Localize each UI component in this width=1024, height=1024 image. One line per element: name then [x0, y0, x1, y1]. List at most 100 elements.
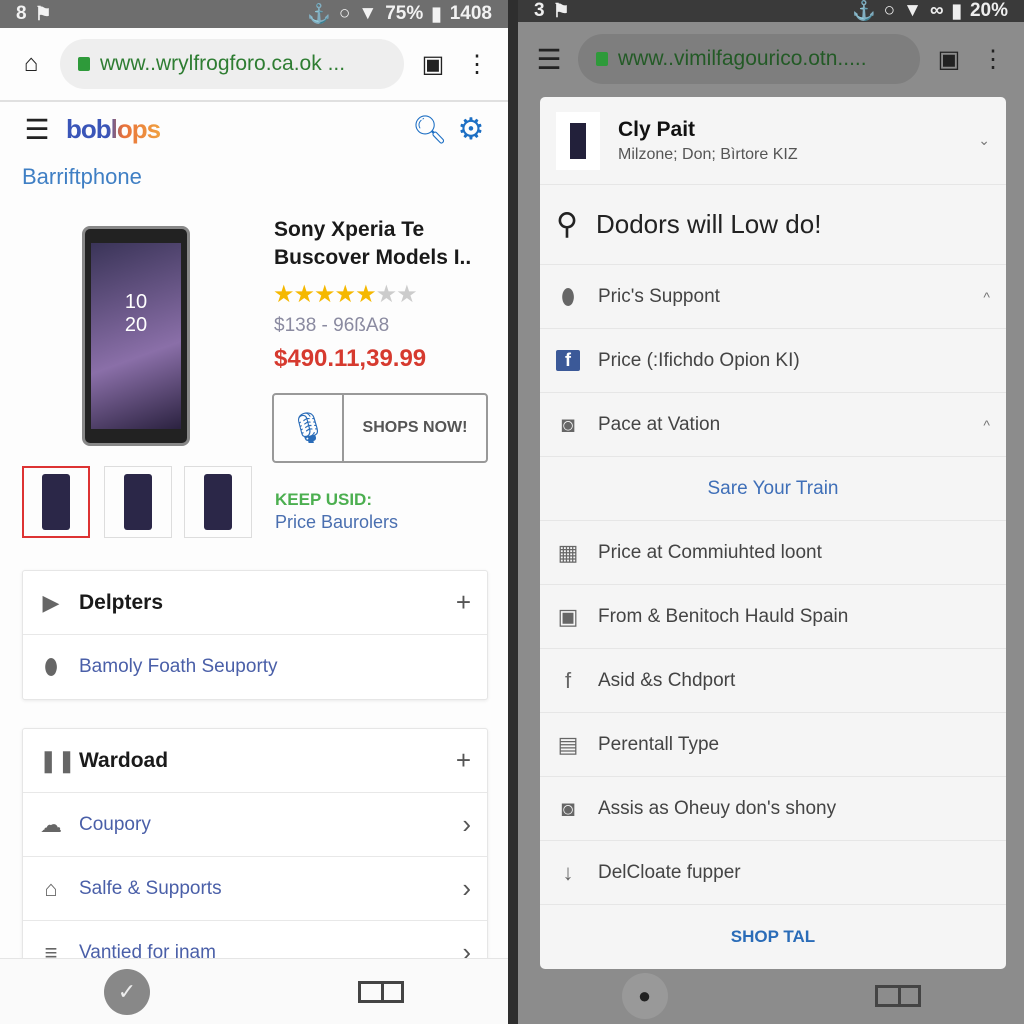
sale-price: $490.11,39.99: [274, 345, 427, 372]
url-bar[interactable]: www..wrylfrogforo.ca.ok ...: [60, 39, 404, 89]
instagram-icon: ◙: [561, 795, 575, 821]
home-icon: ⌂: [44, 875, 58, 901]
pin-icon: ⬮: [561, 283, 575, 309]
search-icon[interactable]: 🔍︎: [412, 113, 448, 146]
chevron-right-icon: ›: [462, 809, 471, 839]
browser-toolbar: ☰ www..vimilfagourico.otn..... ▣ ⋮: [518, 22, 1024, 96]
settings-gear-icon[interactable]: ⚙: [456, 112, 486, 147]
phone-screen: 10 20: [91, 243, 181, 429]
keep-label: KEEP USID:: [275, 490, 372, 509]
category-link[interactable]: Barriftphone: [22, 164, 142, 190]
bottom-nav: ✓: [0, 958, 508, 1024]
arrow-down-icon: ↓: [562, 859, 574, 885]
status-bar: 3 ⚑ ⚓ ○ ▼ ∞ ▮ 20%: [518, 0, 1024, 22]
circle-icon: ○: [883, 0, 896, 21]
status-bar: 8 ⚑ ⚓ ○ ▼ 75% ▮ 1408: [0, 0, 508, 28]
app-icon[interactable]: ●: [621, 973, 668, 1019]
star-rating: ★★★★★★★: [273, 281, 418, 308]
product-header[interactable]: Cly Pait Milzone; Don; Bìrtore KIZ ⌄: [540, 97, 1006, 185]
menu-item[interactable]: ▤ Perentall Type: [540, 713, 1006, 777]
shield-icon[interactable]: ✓: [104, 968, 150, 1015]
square-icon: ▣: [557, 603, 579, 629]
play-icon: ▶: [42, 589, 60, 615]
left-screen: 8 ⚑ ⚓ ○ ▼ 75% ▮ 1408 ⌂ www..wrylfrogforo.ca.ok…: [0, 0, 508, 1024]
greeting-row: ⚲ Dodors will Low do!: [540, 185, 1006, 265]
shop-all-button[interactable]: SHOP TAL: [540, 905, 1006, 969]
lock-icon: [78, 57, 90, 71]
url-bar[interactable]: www..vimilfagourico.otn.....: [578, 34, 920, 84]
menu-item[interactable]: ▣ From & Benitoch Hauld Spain: [540, 585, 1006, 649]
save-your-train-link[interactable]: Sare Your Train: [540, 457, 1006, 521]
list-item[interactable]: ☁ Coupory ›: [23, 793, 487, 857]
pin-icon: ⬮: [44, 654, 58, 679]
plus-icon[interactable]: +: [456, 587, 471, 618]
delpters-header[interactable]: ▶ Delpters +: [23, 571, 487, 635]
plus-icon[interactable]: +: [456, 745, 471, 776]
list-item[interactable]: ⬮ Bamoly Foath Seuporty: [23, 635, 487, 699]
list-item[interactable]: ⌂ Salfe & Supports ›: [23, 857, 487, 921]
menu-item[interactable]: ⬮ Pric's Suppont ^: [540, 265, 1006, 329]
wardoad-header[interactable]: ❚❚ Wardoad +: [23, 729, 487, 793]
thumbnail-3[interactable]: [184, 466, 252, 538]
product-image[interactable]: 10 20: [82, 226, 190, 446]
tab-switcher-icon[interactable]: ▣: [418, 50, 448, 79]
menu-item[interactable]: ◙ Assis as Oheuy don's shony: [540, 777, 1006, 841]
instagram-icon: ◙: [561, 411, 575, 437]
pause-icon: ❚❚: [39, 747, 76, 773]
menu-item[interactable]: ▦ Price at Commiuhted loont: [540, 521, 1006, 585]
chevron-down-icon[interactable]: ⌄: [978, 132, 990, 149]
menu-item[interactable]: ↓ DelCloate fupper: [540, 841, 1006, 905]
site-logo[interactable]: boblops: [66, 114, 161, 145]
home-icon[interactable]: ⌂: [16, 50, 46, 78]
product-thumbnail: [556, 111, 600, 170]
chevron-up-icon: ^: [983, 416, 990, 433]
lock-icon: [596, 52, 608, 66]
shop-now-button[interactable]: 🎙︎ SHOPS NOW!: [272, 393, 488, 463]
more-menu-icon[interactable]: ⋮: [978, 45, 1008, 74]
notification-count: 8: [16, 3, 27, 24]
battery-percent: 20%: [969, 0, 1008, 21]
user-icon: ⚲: [556, 208, 578, 241]
flag-icon: ⚑: [34, 3, 52, 25]
grid-icon: ▦: [557, 539, 579, 565]
url-text: www..vimilfagourico.otn.....: [618, 47, 867, 70]
price-link[interactable]: Price Baurolers: [275, 512, 398, 533]
cloud-icon: ☁: [40, 811, 62, 837]
wardoad-card: ❚❚ Wardoad + ☁ Coupory › ⌂ Salfe & Supports › …: [22, 728, 488, 988]
thumbnail-2[interactable]: [104, 466, 172, 538]
menu-item[interactable]: ◙ Pace at Vation ^: [540, 393, 1006, 457]
facebook-icon: f: [564, 667, 572, 693]
menu-item[interactable]: f Price (:Ifichdo Opion KI): [540, 329, 1006, 393]
product-title: Sony Xperia Te Buscover Models I..: [274, 218, 472, 269]
browser-toolbar: ⌂ www..wrylfrogforo.ca.ok ... ▣ ⋮: [0, 28, 508, 102]
right-screen: 3 ⚑ ⚓ ○ ▼ ∞ ▮ 20% ☰ www..vimilfagourico.otn...…: [518, 0, 1024, 1024]
battery-icon: ▮: [431, 3, 442, 25]
notification-count: 3: [534, 0, 545, 21]
site-header: ☰ boblops 🔍︎ ⚙: [22, 112, 486, 147]
microphone-icon: 🎙︎: [274, 395, 344, 461]
price-range: $138 - 96ßA8: [274, 315, 390, 336]
tab-switcher-icon[interactable]: ▣: [934, 45, 964, 74]
more-menu-icon[interactable]: ⋮: [462, 50, 492, 79]
url-text: www..wrylfrogforo.ca.ok ...: [100, 52, 346, 75]
menu-item[interactable]: f Asid &s Chdport: [540, 649, 1006, 713]
bottom-nav: ●: [518, 968, 1024, 1024]
hamburger-menu-icon[interactable]: ☰: [534, 43, 564, 76]
layout-icon: ▤: [557, 731, 579, 757]
tabs-icon[interactable]: [358, 980, 404, 1003]
facebook-icon: f: [556, 350, 580, 371]
battery-percent: 75%: [385, 3, 424, 24]
wifi-icon: ▼: [903, 0, 922, 21]
link-icon: ∞: [929, 0, 944, 21]
chevron-right-icon: ›: [462, 873, 471, 903]
thumbnail-1[interactable]: [22, 466, 90, 538]
flag-icon: ⚑: [552, 0, 570, 22]
battery-icon: ▮: [951, 0, 962, 22]
tabs-icon[interactable]: [874, 985, 921, 1007]
hamburger-menu-icon[interactable]: ☰: [22, 113, 52, 146]
delpters-card: ▶ Delpters + ⬮ Bamoly Foath Seuporty: [22, 570, 488, 700]
wifi-icon: ▼: [358, 3, 378, 24]
sync-icon: ⚓: [851, 1, 876, 22]
circle-icon: ○: [338, 3, 351, 24]
clock: 1408: [449, 3, 492, 24]
